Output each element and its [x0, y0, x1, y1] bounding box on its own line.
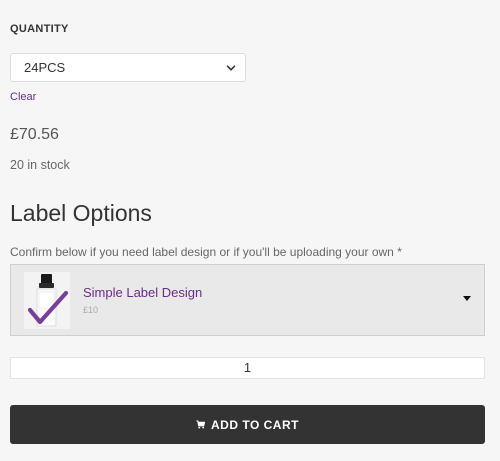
quantity-select[interactable]: 24PCS: [10, 53, 246, 82]
caret-down-icon: [463, 296, 471, 301]
label-options-title: Label Options: [10, 200, 152, 226]
stock-status: 20 in stock: [10, 158, 70, 172]
label-option-select[interactable]: Simple Label Design £10: [10, 264, 485, 336]
quantity-label: QUANTITY: [10, 23, 69, 35]
clear-link[interactable]: Clear: [10, 91, 36, 103]
quantity-input[interactable]: 1: [10, 357, 485, 379]
product-thumbnail: [24, 272, 70, 329]
quantity-select-value: 24PCS: [24, 60, 66, 75]
chevron-down-icon: [226, 65, 236, 71]
add-to-cart-label: ADD TO CART: [211, 417, 299, 432]
cart-icon: [196, 420, 206, 429]
label-option-name: Simple Label Design: [83, 285, 203, 300]
add-to-cart-button[interactable]: ADD TO CART: [10, 405, 485, 444]
product-price: £70.56: [10, 126, 59, 143]
label-options-prompt: Confirm below if you need label design o…: [10, 245, 402, 259]
label-option-price: £10: [83, 305, 99, 315]
